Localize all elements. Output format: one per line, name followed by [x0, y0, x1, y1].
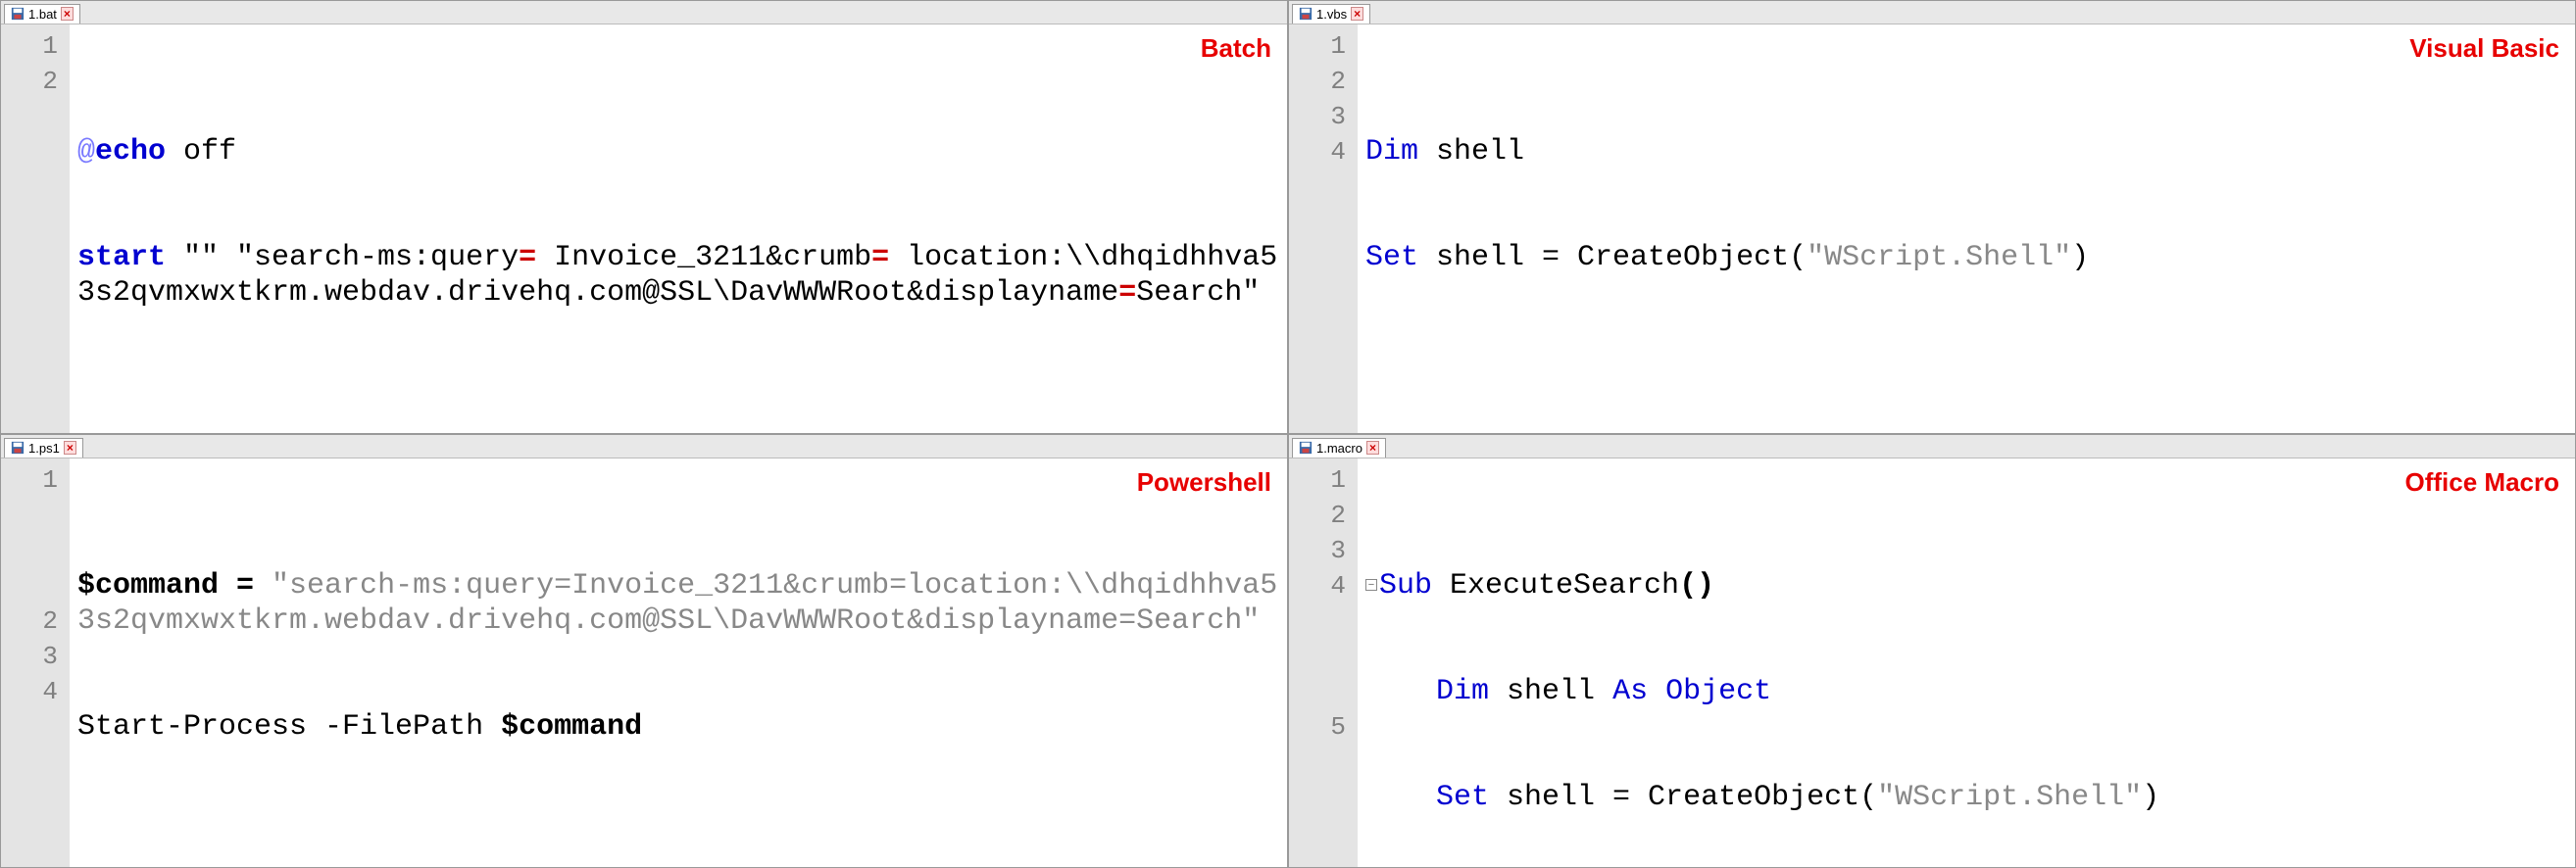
line-gutter: 1 2 3 4 5	[1289, 458, 1358, 867]
code-area[interactable]: Powershell $command = "search-ms:query=I…	[70, 458, 1287, 867]
tab-label: 1.bat	[28, 7, 57, 22]
editor[interactable]: 1 2 3 4 Visual Basic Dim shell Set shell…	[1289, 24, 2575, 433]
lang-badge: Office Macro	[2405, 464, 2560, 500]
pane-vbs: 1.vbs × 1 2 3 4 Visual Basic Dim shell S…	[1288, 0, 2576, 434]
close-icon[interactable]: ×	[61, 7, 74, 21]
line-gutter: 1 2 3 4	[1289, 24, 1358, 433]
tab-bar: 1.vbs ×	[1289, 1, 2575, 24]
tab-vbs[interactable]: 1.vbs ×	[1292, 4, 1370, 24]
save-disk-icon	[1299, 7, 1313, 21]
code-area[interactable]: Office Macro −Sub ExecuteSearch() Dim sh…	[1358, 458, 2575, 867]
editor[interactable]: 1 2 3 4 5 Office Macro −Sub ExecuteSearc…	[1289, 458, 2575, 867]
fold-minus-icon[interactable]: −	[1365, 579, 1377, 591]
line-gutter: 1 2 3 4	[1, 458, 70, 867]
code-area[interactable]: Visual Basic Dim shell Set shell = Creat…	[1358, 24, 2575, 433]
save-disk-icon	[11, 441, 25, 455]
tab-bar: 1.macro ×	[1289, 435, 2575, 458]
tab-bat[interactable]: 1.bat ×	[4, 4, 80, 24]
close-icon[interactable]: ×	[1351, 7, 1363, 21]
editor[interactable]: 1 2 3 4 Powershell $command = "search-ms…	[1, 458, 1287, 867]
tab-macro[interactable]: 1.macro ×	[1292, 438, 1386, 458]
code-area[interactable]: Batch @echo off start "" "search-ms:quer…	[70, 24, 1287, 433]
tab-label: 1.vbs	[1316, 7, 1347, 22]
pane-batch: 1.bat × 1 2 Batch @echo off start "" "se…	[0, 0, 1288, 434]
save-disk-icon	[11, 7, 25, 21]
save-disk-icon	[1299, 441, 1313, 455]
line-gutter: 1 2	[1, 24, 70, 433]
lang-badge: Powershell	[1137, 464, 1271, 500]
tab-bar: 1.bat ×	[1, 1, 1287, 24]
tab-bar: 1.ps1 ×	[1, 435, 1287, 458]
editor[interactable]: 1 2 Batch @echo off start "" "search-ms:…	[1, 24, 1287, 433]
tab-label: 1.macro	[1316, 441, 1362, 456]
lang-badge: Batch	[1201, 30, 1271, 66]
tab-ps1[interactable]: 1.ps1 ×	[4, 438, 83, 458]
pane-ps1: 1.ps1 × 1 2 3 4 Powershell $command = "s…	[0, 434, 1288, 868]
close-icon[interactable]: ×	[1366, 441, 1379, 455]
tab-label: 1.ps1	[28, 441, 60, 456]
close-icon[interactable]: ×	[64, 441, 76, 455]
lang-badge: Visual Basic	[2409, 30, 2559, 66]
pane-macro: 1.macro × 1 2 3 4 5 Office Macro −Sub Ex…	[1288, 434, 2576, 868]
